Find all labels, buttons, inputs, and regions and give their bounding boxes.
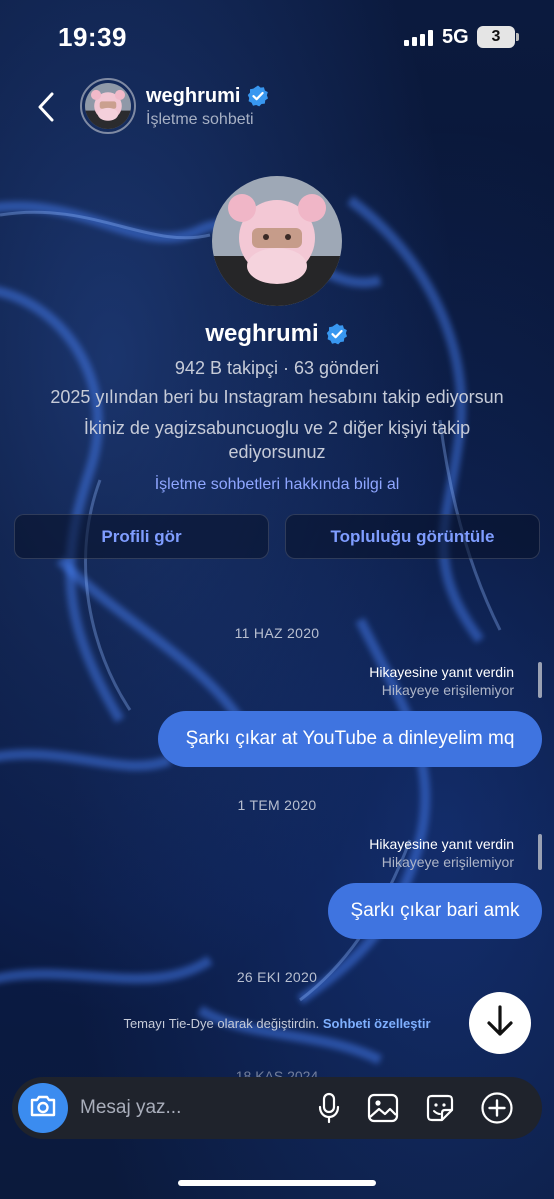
mutual-follows-text: İkiniz de yagizsabuncuoglu ve 2 diğer ki… [83,418,471,462]
microphone-icon[interactable] [312,1091,346,1125]
verified-badge-icon [325,322,349,346]
camera-button[interactable] [18,1083,68,1133]
header-subtitle: İşletme sohbeti [146,111,254,128]
story-reply-label: Hikayesine yanıt verdin [369,664,514,680]
sticker-icon[interactable] [423,1091,457,1125]
profile-username-text: weghrumi [205,320,319,347]
story-reply-note: Hikayesine yanıt verdin Hikayeye erişile… [369,835,514,871]
story-reply-label: Hikayesine yanıt verdin [369,836,514,852]
network-type: 5G [442,26,469,48]
verified-badge-icon [246,84,270,108]
plus-circle-icon[interactable] [480,1091,514,1125]
camera-icon [29,1094,57,1123]
profile-avatar[interactable] [212,176,342,306]
view-community-button[interactable]: Topluluğu görüntüle [285,514,540,559]
home-indicator [178,1180,376,1186]
sent-message-bubble[interactable]: Şarkı çıkar at YouTube a dinleyelim mq [158,711,542,767]
profile-stats: 942 B takipçi · 63 gönderi [174,358,380,378]
header-title[interactable]: weghrumi [146,84,270,108]
story-unavailable-label: Hikayeye erişilemiyor [381,854,514,870]
battery-level: 3 [491,28,501,45]
date-separator: 11 HAZ 2020 [234,625,320,641]
customize-chat-link[interactable]: Sohbeti özelleştir [323,1016,431,1031]
sent-message-bubble[interactable]: Şarkı çıkar bari amk [328,883,542,939]
message-input[interactable]: Mesaj yaz... [80,1097,181,1119]
header-avatar[interactable] [80,78,136,134]
theme-change-text: Temayı Tie-Dye olarak değiştirdin. [123,1016,320,1031]
reply-indicator-bar [538,834,542,870]
date-separator: 26 EKI 2020 [236,969,318,985]
date-separator: 1 TEM 2020 [237,797,317,813]
status-bar: 19:39 5G 3 [0,0,554,70]
arrow-down-icon [485,1004,515,1043]
business-chat-info-link[interactable]: İşletme sohbetleri hakkında bilgi al [0,476,554,494]
story-reply-note: Hikayesine yanıt verdin Hikayeye erişile… [369,663,514,699]
message-composer: Mesaj yaz... [12,1077,542,1139]
battery-icon: 3 [477,26,519,48]
reply-indicator-bar [538,662,542,698]
view-profile-button[interactable]: Profili gör [14,514,269,559]
chat-header: weghrumi İşletme sohbeti [0,76,554,138]
status-time: 19:39 [58,22,127,52]
header-username: weghrumi [146,84,241,107]
back-chevron-icon[interactable] [34,90,60,124]
follow-since-text: 2025 yılından beri bu Instagram hesabını… [50,387,504,407]
scroll-to-bottom-button[interactable] [469,992,531,1054]
profile-username: weghrumi [0,320,554,348]
cellular-signal-icon [404,30,434,46]
story-unavailable-label: Hikayeye erişilemiyor [381,682,514,698]
image-icon[interactable] [366,1091,400,1125]
